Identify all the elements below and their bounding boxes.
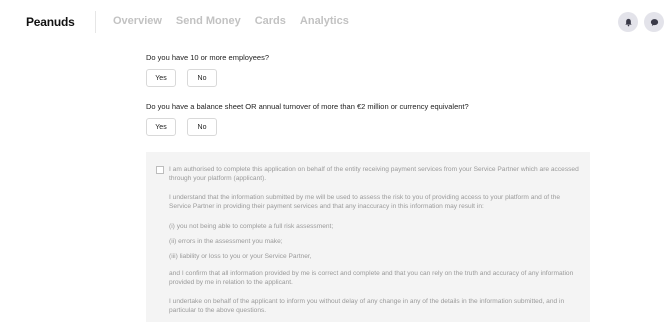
nav-item-cards[interactable]: Cards — [255, 15, 286, 27]
employees-no-button[interactable]: No — [187, 69, 217, 87]
consent-paragraph-understand: I understand that the information submit… — [169, 194, 561, 210]
top-navigation-bar: Peanuds Overview Send Money Cards Analyt… — [0, 0, 670, 44]
consent-checkbox[interactable] — [156, 166, 164, 174]
chat-icon — [650, 18, 658, 26]
brand-logo[interactable]: Peanuds — [26, 15, 75, 29]
turnover-yes-button[interactable]: Yes — [146, 118, 176, 136]
nav-item-analytics[interactable]: Analytics — [300, 15, 349, 27]
nav-item-send-money[interactable]: Send Money — [176, 15, 241, 27]
application-form: Do you have 10 or more employees? Yes No… — [0, 44, 670, 322]
nav-item-overview[interactable]: Overview — [113, 15, 162, 27]
question-turnover: Do you have a balance sheet OR annual tu… — [146, 102, 469, 111]
consent-panel: I am authorised to complete this applica… — [146, 152, 590, 322]
consent-item-iii: (iii) liability or loss to you or your S… — [169, 253, 312, 260]
consent-paragraph-confirm: and I confirm that all information provi… — [169, 270, 574, 286]
consent-paragraph-undertake: I undertake on behalf of the applicant t… — [169, 298, 565, 314]
main-nav: Overview Send Money Cards Analytics — [113, 15, 363, 27]
notifications-button[interactable] — [618, 12, 638, 32]
employees-yes-button[interactable]: Yes — [146, 69, 176, 87]
question-employees: Do you have 10 or more employees? — [146, 53, 269, 62]
header-divider — [95, 11, 96, 33]
messages-button[interactable] — [644, 12, 664, 32]
turnover-no-button[interactable]: No — [187, 118, 217, 136]
bell-icon — [624, 18, 632, 26]
consent-item-i: (i) you not being able to complete a ful… — [169, 223, 334, 230]
consent-paragraph-authorised: I am authorised to complete this applica… — [169, 166, 579, 182]
consent-item-ii: (ii) errors in the assessment you make; — [169, 238, 283, 245]
